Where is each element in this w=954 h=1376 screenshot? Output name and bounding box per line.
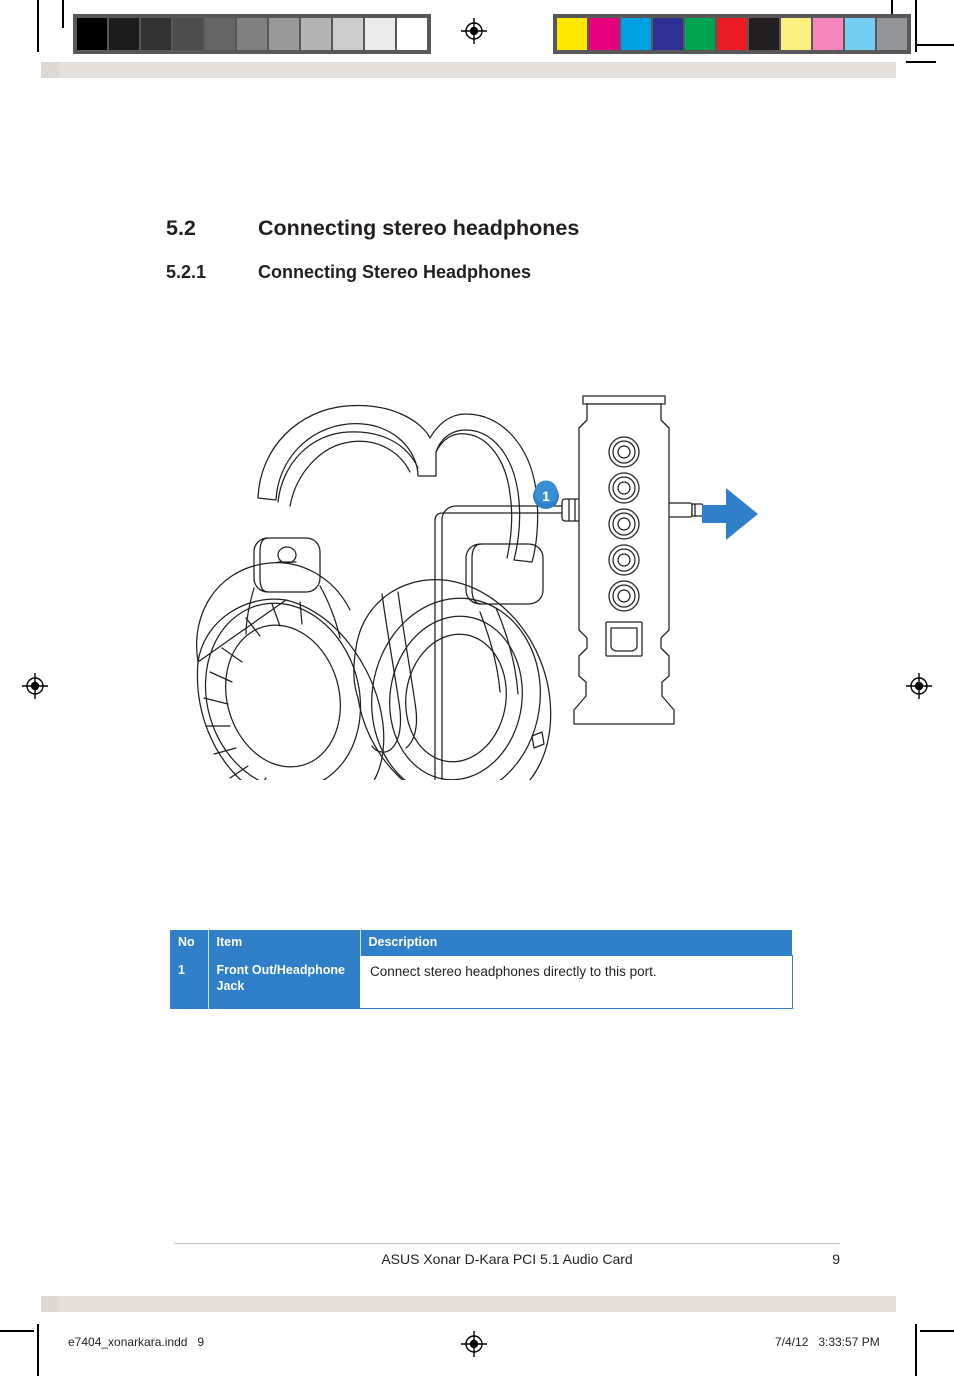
section-title: Connecting stereo headphones (258, 216, 580, 240)
color-swatch-4 (685, 18, 715, 50)
color-swatch-1 (589, 18, 619, 50)
grayscale-swatch-0 (77, 18, 107, 50)
color-swatch-9 (845, 18, 875, 50)
grayscale-swatch-8 (333, 18, 363, 50)
cell-item: Front Out/Headphone Jack (208, 955, 360, 1009)
section-number: 5.2 (166, 216, 196, 240)
ports-description-table: No Item Description 1 Front Out/Headphon… (170, 930, 793, 1009)
crop-mark-top-left-vertical (37, 0, 39, 52)
subsection-number: 5.2.1 (166, 262, 207, 282)
section-heading-5-2: 5.2 Connecting stereo headphones (166, 216, 579, 241)
bleed-tab-top (41, 62, 59, 78)
cell-no: 1 (170, 955, 209, 1009)
pointer-arrow-group (702, 488, 758, 540)
color-swatch-2 (621, 18, 651, 50)
print-info-filename: e7404_xonarkara.indd 9 (68, 1335, 205, 1349)
table-row: 1 Front Out/Headphone Jack Connect stere… (170, 955, 793, 1009)
grayscale-swatch-5 (237, 18, 267, 50)
grayscale-swatch-4 (205, 18, 235, 50)
registration-target-left-middle (22, 673, 48, 699)
figure-connecting-stereo-headphones: 1 (150, 380, 830, 780)
footer-divider (174, 1243, 840, 1244)
grayscale-swatch-1 (109, 18, 139, 50)
crop-mark-bottom-left-horizontal (0, 1330, 34, 1332)
table-header-row: No Item Description (170, 930, 792, 956)
color-swatch-8 (813, 18, 843, 50)
crop-mark-bottom-right-horizontal (920, 1330, 954, 1332)
crop-mark-top-right-horizontal-2 (906, 61, 936, 63)
color-swatch-10 (877, 18, 907, 50)
crop-mark-bottom-left-vertical (37, 1324, 39, 1376)
grayscale-calibration-bar (73, 14, 431, 54)
grayscale-swatch-7 (301, 18, 331, 50)
grayscale-swatch-6 (269, 18, 299, 50)
registration-target-top-center (461, 18, 487, 44)
color-swatch-6 (749, 18, 779, 50)
grayscale-swatch-2 (141, 18, 171, 50)
subsection-title: Connecting Stereo Headphones (258, 262, 532, 282)
color-swatch-5 (717, 18, 747, 50)
grayscale-swatch-3 (173, 18, 203, 50)
column-header-no: No (170, 930, 209, 956)
color-swatch-7 (781, 18, 811, 50)
bleed-strip-bottom (41, 1296, 896, 1312)
crop-mark-bottom-right-vertical (915, 1324, 917, 1376)
color-swatch-0 (557, 18, 587, 50)
document-page: 5.2 Connecting stereo headphones 5.2.1 C… (0, 0, 954, 1376)
grayscale-swatch-10 (397, 18, 427, 50)
column-header-description: Description (360, 930, 792, 956)
color-calibration-bar (553, 14, 911, 54)
crop-mark-top-left-vertical-2 (62, 0, 64, 28)
section-heading-5-2-1: 5.2.1 Connecting Stereo Headphones (166, 262, 531, 283)
crop-mark-top-right-horizontal (916, 44, 954, 46)
column-header-item: Item (208, 930, 361, 956)
print-info-timestamp: 7/4/12 3:33:57 PM (775, 1335, 880, 1349)
callout-number-1: 1 (542, 488, 550, 504)
footer-page-number: 9 (832, 1251, 840, 1267)
bleed-tab-bottom (41, 1296, 59, 1312)
registration-target-bottom-center (461, 1331, 487, 1357)
cell-description: Connect stereo headphones directly to th… (360, 955, 793, 1009)
registration-target-right-middle (906, 673, 932, 699)
color-swatch-3 (653, 18, 683, 50)
bleed-strip-top (41, 62, 896, 78)
grayscale-swatch-9 (365, 18, 395, 50)
